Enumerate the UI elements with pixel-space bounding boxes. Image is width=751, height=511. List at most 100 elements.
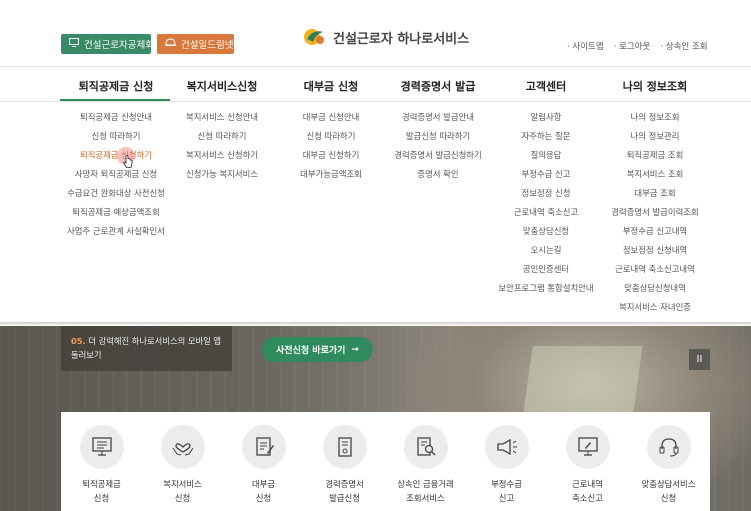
quick-item-label: 경력증명서 발급신청: [325, 479, 364, 503]
pre-apply-label: 사전신청 바로가기: [276, 346, 346, 356]
quick-item-fraud-report[interactable]: 부정수급 신고: [466, 425, 547, 505]
tab-career-cert[interactable]: 경력증명서 발급: [401, 78, 476, 94]
submenu-item[interactable]: 신청 따라하기: [198, 127, 247, 146]
submenu-item[interactable]: 정보정정 신청내역: [623, 241, 687, 260]
certificate-icon: [322, 425, 367, 469]
pause-icon: II: [696, 354, 703, 365]
quick-item-label: 부정수급 신고: [491, 479, 522, 503]
tab-my-info[interactable]: 나의 정보조회: [623, 78, 688, 94]
submenu-item[interactable]: 사업주 근로관계 사실확인서: [67, 222, 165, 241]
submenu-retirement: 퇴직공제금 신청안내 신청 따라하기 퇴직공제금 신청하기 사망자 퇴직공제금 …: [67, 108, 165, 241]
tab-customer-center[interactable]: 고객센터: [526, 78, 566, 94]
document-search-icon: [403, 425, 448, 469]
tab-loan[interactable]: 대부금 신청: [304, 78, 358, 94]
submenu-item[interactable]: 복지서비스 신청안내: [186, 108, 258, 127]
submenu-welfare: 복지서비스 신청안내 신청 따라하기 복지서비스 신청하기 신청가능 복지서비스: [186, 108, 258, 184]
submenu-item[interactable]: 부정수급 신고내역: [623, 222, 687, 241]
submenu-item[interactable]: 질의응답: [531, 146, 562, 165]
quick-item-label: 복지서비스 신청: [163, 479, 202, 503]
submenu-item[interactable]: 대부금 조회: [634, 184, 675, 203]
submenu-item[interactable]: 퇴직공제금 예상금액조회: [72, 203, 159, 222]
logo-text: 건설근로자 하나로서비스: [333, 31, 470, 47]
mutual-aid-button[interactable]: 건설근로자공제회: [61, 34, 154, 54]
submenu-item[interactable]: 대부금 신청안내: [303, 108, 360, 127]
submenu-item[interactable]: 알림사항: [531, 108, 562, 127]
dream-net-button[interactable]: 건설일드림넷: [157, 34, 234, 54]
submenu-item-active[interactable]: 퇴직공제금 신청하기: [80, 146, 152, 165]
monitor-pen-icon: [565, 425, 610, 469]
sitemap-link[interactable]: 사이트맵: [567, 40, 603, 52]
quick-item-label: 근로내역 축소신고: [572, 479, 603, 503]
submenu-my-info: 나의 정보조회 나의 정보관리 퇴직공제금 조회 복지서비스 조회 대부금 조회…: [611, 108, 698, 317]
mutual-aid-label: 건설근로자공제회: [84, 40, 154, 51]
notice-number: 05.: [71, 336, 86, 346]
main-nav: 퇴직공제금 신청 복지서비스신청 대부금 신청 경력증명서 발급 고객센터 나의…: [0, 78, 751, 94]
header-divider: [0, 66, 751, 67]
quick-menu: 퇴직공제금 신청 복지서비스 신청 대부금 신청 경력증명서 발급신청 상속인 …: [61, 412, 710, 511]
quick-item-welfare[interactable]: 복지서비스 신청: [142, 425, 223, 505]
pause-button[interactable]: II: [689, 349, 710, 370]
submenu-item[interactable]: 경력증명서 발급이력조회: [611, 203, 698, 222]
submenu-item[interactable]: 부정수급 신고: [522, 165, 571, 184]
quick-item-work-report[interactable]: 근로내역 축소신고: [547, 425, 628, 505]
notice-text: 더 강력해진 하나로서비스의 모바일 앱 둘러보기: [71, 336, 222, 360]
submenu-item[interactable]: 복지서비스 조회: [627, 165, 684, 184]
submenu-item[interactable]: 정보정정 신청: [522, 184, 571, 203]
submenu-item[interactable]: 복지서비스 자녀인증: [619, 298, 691, 317]
submenu-item[interactable]: 나의 정보조회: [631, 108, 680, 127]
quick-item-label: 상속인 금융거래 조회서비스: [397, 479, 454, 503]
submenu-item[interactable]: 신청 따라하기: [307, 127, 356, 146]
submenu-item[interactable]: 퇴직공제금 조회: [627, 146, 684, 165]
dream-net-label: 건설일드림넷: [181, 40, 234, 51]
headset-icon: [646, 425, 691, 469]
submenu-item[interactable]: 발급신청 따라하기: [406, 127, 470, 146]
submenu-item[interactable]: 복지서비스 신청하기: [186, 146, 258, 165]
submenu-item[interactable]: 신청 따라하기: [92, 127, 141, 146]
submenu-item[interactable]: 근로내역 축소신고내역: [615, 260, 695, 279]
pre-apply-button[interactable]: 사전신청 바로가기 →: [262, 337, 373, 362]
document-pen-icon: [241, 425, 286, 469]
logo-icon: [304, 29, 324, 45]
submenu-loan: 대부금 신청안내 신청 따라하기 대부금 신청하기 대부가능금액조회: [300, 108, 362, 184]
submenu-career-cert: 경력증명서 발급안내 발급신청 따라하기 경력증명서 발급신청하기 증명서 확인: [394, 108, 481, 184]
utility-links: 사이트맵 로그아웃 상속인 조회: [567, 40, 708, 52]
notice-box[interactable]: 05. 더 강력해진 하나로서비스의 모바일 앱 둘러보기: [61, 326, 232, 371]
hand-cursor-icon: [123, 155, 133, 168]
site-logo[interactable]: 건설근로자 하나로서비스: [303, 27, 469, 47]
submenu-item[interactable]: 자주하는 질문: [522, 127, 571, 146]
heart-hands-icon: [160, 425, 205, 469]
submenu-item[interactable]: 대부금 신청하기: [303, 146, 360, 165]
tab-retirement[interactable]: 퇴직공제금 신청: [79, 78, 154, 94]
submenu-item[interactable]: 공인인증센터: [523, 260, 569, 279]
submenu-item[interactable]: 경력증명서 발급안내: [402, 108, 474, 127]
submenu-item[interactable]: 수급요건 완화대상 사전신청: [67, 184, 165, 203]
submenu-item[interactable]: 근로내역 축소신고: [514, 203, 578, 222]
monitor-icon: [69, 38, 79, 50]
quick-item-label: 맞춤상담서비스 신청: [641, 479, 696, 503]
megaphone-icon: [484, 425, 529, 469]
submenu-item[interactable]: 신청가능 복지서비스: [186, 165, 258, 184]
quick-item-label: 대부금 신청: [251, 479, 276, 503]
submenu-item[interactable]: 맞춤상담신청: [523, 222, 569, 241]
logout-link[interactable]: 로그아웃: [614, 40, 650, 52]
monitor-icon: [79, 425, 124, 469]
submenu-item[interactable]: 사망자 퇴직공제금 신청: [75, 165, 157, 184]
quick-item-retirement[interactable]: 퇴직공제금 신청: [61, 425, 142, 505]
tab-welfare[interactable]: 복지서비스신청: [187, 78, 258, 94]
quick-item-loan[interactable]: 대부금 신청: [223, 425, 304, 505]
submenu-item[interactable]: 증명서 확인: [417, 165, 458, 184]
submenu-item[interactable]: 보안프로그램 통합설치안내: [498, 279, 593, 298]
submenu-item[interactable]: 오시는길: [531, 241, 562, 260]
helmet-icon: [165, 38, 176, 50]
heir-lookup-link[interactable]: 상속인 조회: [660, 40, 708, 52]
submenu-item[interactable]: 퇴직공제금 신청안내: [80, 108, 152, 127]
submenu-item[interactable]: 나의 정보관리: [631, 127, 680, 146]
submenu-item[interactable]: 경력증명서 발급신청하기: [394, 146, 481, 165]
quick-item-consult[interactable]: 맞춤상담서비스 신청: [628, 425, 709, 505]
quick-item-heir-finance[interactable]: 상속인 금융거래 조회서비스: [385, 425, 466, 505]
quick-item-career-cert[interactable]: 경력증명서 발급신청: [304, 425, 385, 505]
quick-item-label: 퇴직공제금 신청: [82, 479, 121, 503]
submenu-item[interactable]: 대부가능금액조회: [300, 165, 362, 184]
arrow-right-icon: →: [351, 344, 359, 355]
submenu-item[interactable]: 맞춤상담신청내역: [624, 279, 686, 298]
